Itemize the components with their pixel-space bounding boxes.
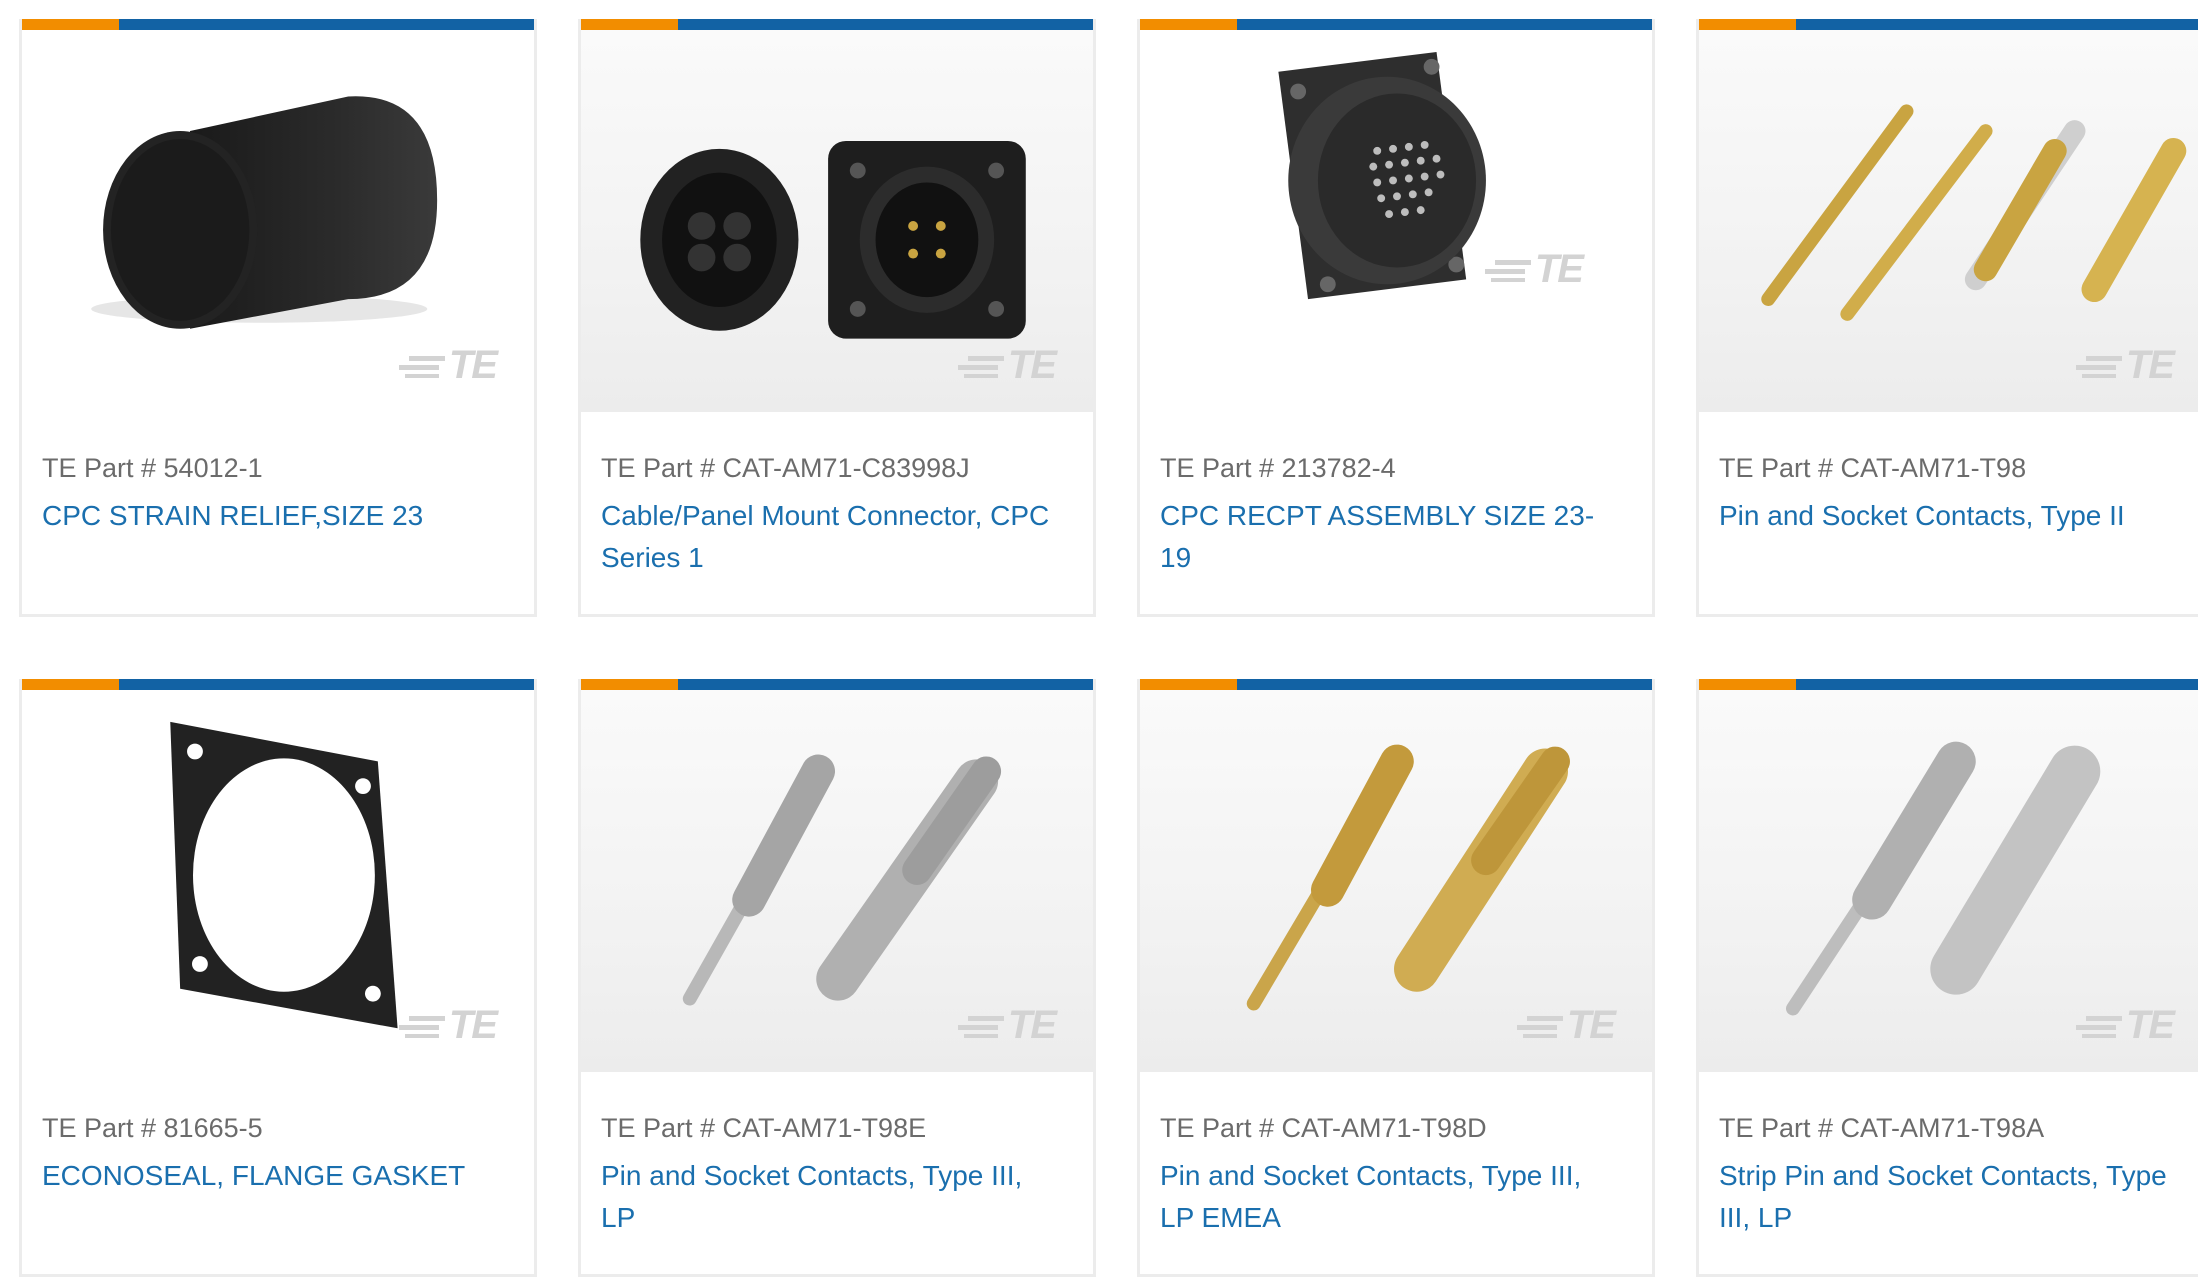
te-watermark: TE [957, 1003, 1057, 1048]
gold-crimp-contacts-image[interactable]: TE [1140, 690, 1652, 1072]
te-watermark: TE [398, 343, 498, 388]
te-watermark: TE [2075, 1003, 2175, 1048]
card-accent-bar [581, 19, 1093, 30]
product-card[interactable]: TE TE Part # CAT-AM71-C83998J Cable/Pane… [578, 19, 1096, 617]
part-number: TE Part # 81665-5 [42, 1113, 263, 1143]
product-card[interactable]: TE TE Part # CAT-AM71-T98 Pin and Socket… [1696, 19, 2198, 617]
product-title-link[interactable]: Pin and Socket Contacts, Type III, LP EM… [1160, 1155, 1622, 1239]
te-watermark: TE [957, 343, 1057, 388]
product-grid: TE TE Part # 54012-1 CPC STRAIN RELIEF,S… [0, 0, 2198, 1278]
product-card[interactable]: TE TE Part # 54012-1 CPC STRAIN RELIEF,S… [19, 19, 537, 617]
strip-contacts-image[interactable]: TE [1699, 690, 2198, 1072]
te-watermark: TE [1484, 247, 1584, 292]
gold-contacts-image[interactable]: TE [1699, 30, 2198, 412]
receptacle-icon [1278, 51, 1486, 300]
product-title-link[interactable]: CPC RECPT ASSEMBLY SIZE 23-19 [1160, 495, 1622, 579]
part-number: TE Part # 54012-1 [42, 453, 263, 483]
part-number: TE Part # CAT-AM71-T98A [1719, 1113, 2045, 1143]
card-accent-bar [1140, 679, 1652, 690]
strain-relief-image[interactable]: TE [22, 30, 534, 412]
product-card[interactable]: TE TE Part # CAT-AM71-T98D Pin and Socke… [1137, 679, 1655, 1277]
product-title-link[interactable]: ECONOSEAL, FLANGE GASKET [42, 1155, 504, 1197]
part-number: TE Part # CAT-AM71-T98D [1160, 1113, 1487, 1143]
part-number: TE Part # 213782-4 [1160, 453, 1396, 483]
flange-gasket-image[interactable]: TE [22, 690, 534, 1072]
card-accent-bar [22, 679, 534, 690]
product-title-link[interactable]: Strip Pin and Socket Contacts, Type III,… [1719, 1155, 2181, 1239]
product-title-link[interactable]: Cable/Panel Mount Connector, CPC Series … [601, 495, 1063, 579]
part-number: TE Part # CAT-AM71-C83998J [601, 453, 970, 483]
card-accent-bar [22, 19, 534, 30]
product-title-link[interactable]: CPC STRAIN RELIEF,SIZE 23 [42, 495, 504, 537]
product-title-link[interactable]: Pin and Socket Contacts, Type III, LP [601, 1155, 1063, 1239]
card-accent-bar [581, 679, 1093, 690]
te-watermark: TE [398, 1003, 498, 1048]
part-number: TE Part # CAT-AM71-T98 [1719, 453, 2027, 483]
te-watermark: TE [1516, 1003, 1616, 1048]
panel-mount-connector-image[interactable]: TE [581, 30, 1093, 412]
part-number: TE Part # CAT-AM71-T98E [601, 1113, 927, 1143]
card-accent-bar [1699, 19, 2198, 30]
card-accent-bar [1140, 19, 1652, 30]
product-title-link[interactable]: Pin and Socket Contacts, Type II [1719, 495, 2181, 537]
product-card[interactable]: TE TE Part # CAT-AM71-T98E Pin and Socke… [578, 679, 1096, 1277]
product-card[interactable]: TE TE Part # CAT-AM71-T98A Strip Pin and… [1696, 679, 2198, 1277]
card-accent-bar [1699, 679, 2198, 690]
receptacle-assembly-image[interactable]: TE [1140, 30, 1652, 412]
te-watermark: TE [2075, 343, 2175, 388]
silver-contacts-image[interactable]: TE [581, 690, 1093, 1072]
product-card[interactable]: TE TE Part # 81665-5 ECONOSEAL, FLANGE G… [19, 679, 537, 1277]
product-card[interactable]: TE TE Part # 213782-4 CPC RECPT ASSEMBLY… [1137, 19, 1655, 617]
